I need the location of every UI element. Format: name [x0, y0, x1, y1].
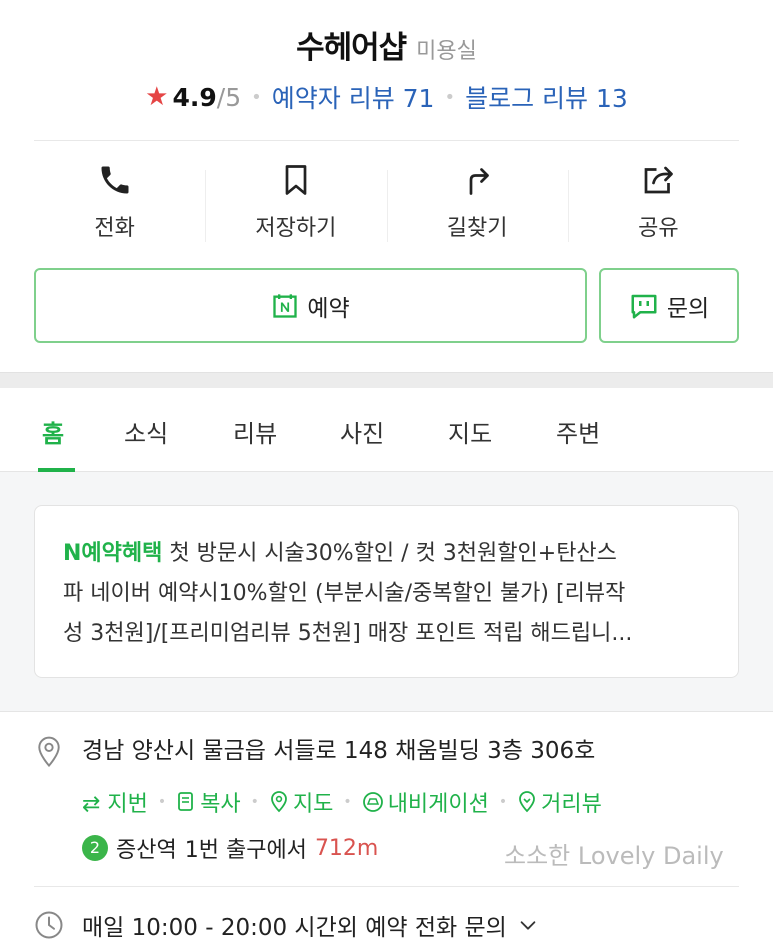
location-pin-icon — [38, 736, 60, 768]
lot-number-link[interactable]: ⇄ 지번 — [82, 786, 148, 818]
directions-button[interactable]: 길찾기 — [386, 162, 568, 244]
benefit-tag: N예약혜택 — [63, 541, 163, 566]
tab-reviews[interactable]: 리뷰 — [233, 414, 277, 449]
copy-icon — [178, 792, 194, 811]
navigation-link[interactable]: 내비게이션 — [362, 786, 489, 818]
station-name: 증산역 — [116, 838, 177, 863]
tab-home[interactable]: 홈 — [42, 414, 64, 449]
separator-dot: • — [251, 86, 262, 108]
copy-label: 복사 — [200, 792, 241, 817]
star-icon: ★ — [145, 82, 169, 112]
notice-section: N예약혜택 첫 방문시 시술30%할인 / 컷 3천원할인+탄산스 파 네이버 … — [0, 472, 773, 712]
rating-value: 4.9 — [172, 82, 217, 112]
hours-text: 매일 10:00 - 20:00 시간외 예약 전화 문의 — [82, 915, 507, 941]
divider — [34, 140, 739, 141]
copy-link[interactable]: 복사 — [176, 786, 241, 818]
action-label: 길찾기 — [446, 216, 508, 241]
action-label: 전화 — [94, 216, 135, 241]
booking-benefit-card[interactable]: N예약혜택 첫 방문시 시술30%할인 / 컷 3천원할인+탄산스 파 네이버 … — [34, 505, 739, 678]
benefit-text: 파 네이버 예약시10%할인 (부분시술/중복할인 불가) [리뷰작 — [63, 581, 626, 606]
blog-reviews-link[interactable]: 블로그 리뷰 13 — [465, 79, 628, 115]
benefit-text: 첫 방문시 시술30%할인 / 컷 3천원할인+탄산스 — [162, 541, 617, 566]
tab-photos[interactable]: 사진 — [340, 414, 384, 449]
share-button[interactable]: 공유 — [567, 162, 749, 244]
place-info: 경남 양산시 물금읍 서들로 148 채움빌딩 3층 306호 ⇄ 지번 • 복… — [34, 734, 739, 870]
street-view-icon — [519, 791, 536, 813]
address-text: 경남 양산시 물금읍 서들로 148 채움빌딩 3층 306호 — [82, 738, 596, 764]
subway-line-badge: 2 — [82, 835, 108, 861]
tab-news[interactable]: 소식 — [124, 414, 168, 449]
reserve-button[interactable]: 예약 — [34, 268, 587, 343]
watermark: 소소한 Lovely Daily — [504, 842, 724, 870]
shop-category: 미용실 — [416, 39, 477, 64]
rating-row: ★ 4.9 /5 • 예약자 리뷰 71 • 블로그 리뷰 13 — [0, 79, 773, 115]
place-header: 수헤어샵 미용실 ★ 4.9 /5 • 예약자 리뷰 71 • 블로그 리뷰 1… — [0, 0, 773, 140]
call-button[interactable]: 전화 — [24, 162, 205, 244]
business-hours-row[interactable]: 매일 10:00 - 20:00 시간외 예약 전화 문의 — [34, 908, 557, 942]
address-links: ⇄ 지번 • 복사 • 지도 • 내비게이션 • 거리뷰 — [82, 786, 602, 818]
shop-name: 수헤어샵 — [296, 30, 407, 66]
inquiry-label: 문의 — [666, 295, 710, 322]
benefit-text: 성 3천원]/[프리미엄리뷰 5천원] 매장 포인트 적립 해드립니... — [63, 621, 633, 646]
tab-nearby[interactable]: 주변 — [556, 414, 600, 449]
station-distance: 712m — [314, 835, 379, 861]
map-link[interactable]: 지도 — [269, 786, 333, 818]
primary-buttons: 예약 문의 — [34, 268, 739, 343]
car-icon — [362, 792, 383, 812]
section-separator — [0, 372, 773, 388]
clock-icon — [35, 911, 63, 939]
reserve-label: 예약 — [307, 295, 350, 322]
navigation-label: 내비게이션 — [387, 792, 489, 817]
action-label: 저장하기 — [255, 216, 337, 241]
directions-icon — [469, 168, 489, 195]
tab-bar: 홈 소식 리뷰 사진 지도 주변 — [0, 388, 773, 472]
share-icon — [645, 166, 674, 194]
rating-max: /5 — [216, 82, 242, 112]
street-view-label: 거리뷰 — [541, 792, 602, 817]
save-button[interactable]: 저장하기 — [205, 162, 386, 244]
naver-booking-icon — [273, 293, 297, 318]
divider — [34, 886, 739, 887]
action-label: 공유 — [638, 216, 679, 241]
bookmark-icon — [285, 165, 307, 195]
map-label: 지도 — [292, 792, 334, 817]
separator-dot: • — [444, 86, 456, 108]
subway-info: 2 증산역 1번 출구에서 712m — [82, 832, 378, 864]
chevron-down-icon — [520, 921, 536, 930]
chat-icon — [631, 294, 657, 318]
map-pin-icon — [271, 791, 287, 813]
tab-map[interactable]: 지도 — [448, 414, 492, 449]
street-view-link[interactable]: 거리뷰 — [517, 786, 602, 818]
exit-text: 1번 출구에서 — [184, 838, 307, 863]
action-bar: 전화 저장하기 길찾기 공유 — [24, 162, 749, 244]
phone-icon — [101, 166, 129, 194]
booking-reviews-link[interactable]: 예약자 리뷰 71 — [272, 79, 435, 115]
inquiry-button[interactable]: 문의 — [599, 268, 739, 343]
